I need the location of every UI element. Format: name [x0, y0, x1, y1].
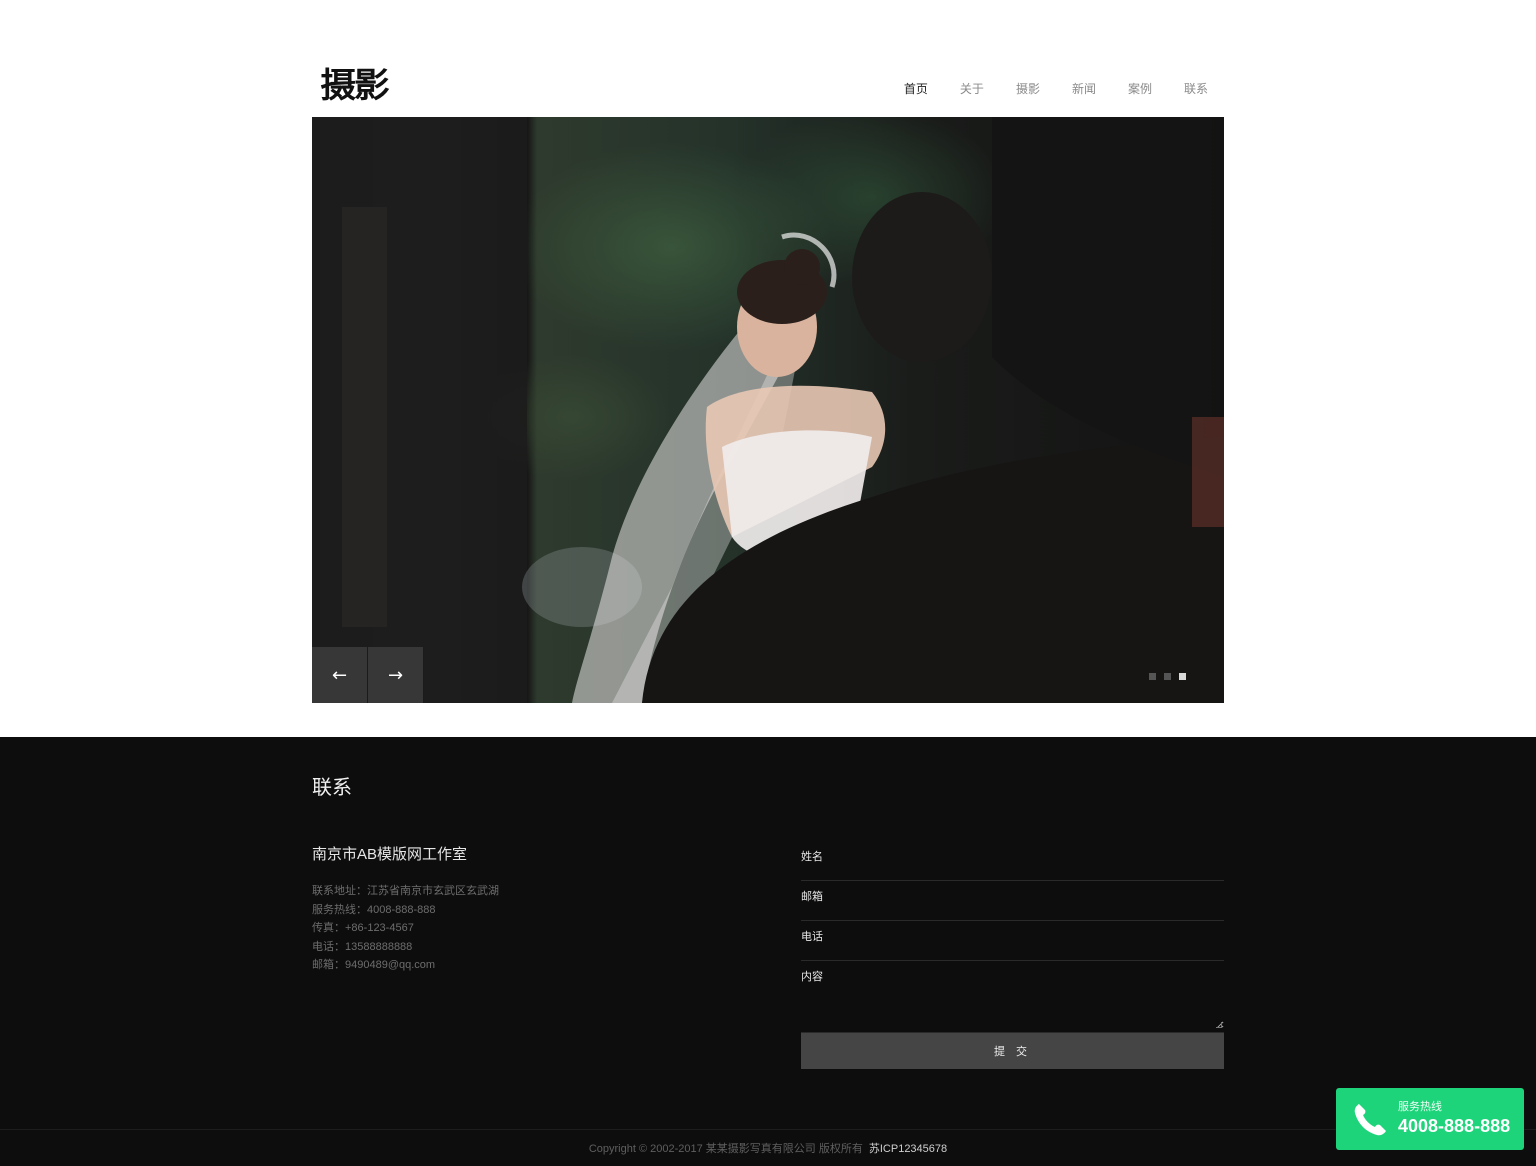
- contact-info: 联系地址：江苏省南京市玄武区玄武湖 服务热线：4008-888-888 传真：+…: [312, 882, 499, 975]
- content-textarea[interactable]: [841, 963, 1224, 1029]
- submit-button[interactable]: 提 交: [801, 1033, 1224, 1069]
- slider-next-button[interactable]: →: [368, 647, 424, 703]
- name-label: 姓名: [801, 851, 823, 863]
- phone-field-row: 电话: [801, 921, 1224, 961]
- hotline-label: 服务热线: [1398, 1101, 1442, 1113]
- nav-item-cases[interactable]: 案例: [1128, 80, 1152, 97]
- contact-form: 姓名 邮箱 电话 内容 提 交: [801, 841, 1224, 1069]
- contact-section: 联系 南京市AB模版网工作室 联系地址：江苏省南京市玄武区玄武湖 服务热线：40…: [0, 737, 1536, 1166]
- email-input[interactable]: [841, 883, 1224, 913]
- content-label: 内容: [801, 971, 823, 983]
- contact-email: 邮箱：9490489@qq.com: [312, 959, 436, 971]
- resize-handle-icon[interactable]: [1216, 1022, 1222, 1028]
- hotline-widget[interactable]: 服务热线 4008-888-888: [1336, 1088, 1524, 1150]
- phone-label: 电话: [801, 931, 823, 943]
- email-label: 邮箱: [801, 891, 823, 903]
- name-field-row: 姓名: [801, 841, 1224, 881]
- phone-icon: [1354, 1104, 1386, 1136]
- icp-license[interactable]: 苏ICP12345678: [869, 1143, 947, 1155]
- content-field-row: 内容: [801, 961, 1224, 1033]
- slider-arrows: ← →: [312, 647, 424, 703]
- hero-slider: ← →: [312, 117, 1224, 703]
- company-name: 南京市AB模版网工作室: [312, 846, 468, 863]
- site-header: 摄影 首页 关于 摄影 新闻 案例 联系: [312, 40, 1224, 117]
- contact-heading: 联系: [312, 777, 352, 799]
- hotline-number[interactable]: 4008-888-888: [1398, 1116, 1510, 1137]
- contact-phone: 电话：13588888888: [312, 940, 413, 953]
- slider-dot-1[interactable]: [1149, 673, 1156, 680]
- slider-prev-button[interactable]: ←: [312, 647, 368, 703]
- contact-fax: 传真：+86-123-4567: [312, 922, 414, 934]
- name-input[interactable]: [841, 843, 1224, 873]
- slider-dot-3[interactable]: [1179, 673, 1186, 680]
- contact-address: 联系地址：江苏省南京市玄武区玄武湖: [312, 885, 499, 897]
- nav-item-photography[interactable]: 摄影: [1016, 80, 1040, 97]
- main-nav: 首页 关于 摄影 新闻 案例 联系: [904, 80, 1208, 97]
- copyright-bar: Copyright © 2002-2017 某某摄影写真有限公司 版权所有 苏IC…: [0, 1129, 1536, 1166]
- nav-item-about[interactable]: 关于: [960, 80, 984, 97]
- contact-hotline: 服务热线：4008-888-888: [312, 903, 436, 916]
- page: 摄影 首页 关于 摄影 新闻 案例 联系 ← → 联系 南京市AB模版网工作室 …: [0, 0, 1536, 1166]
- site-logo[interactable]: 摄影: [320, 58, 389, 107]
- nav-item-news[interactable]: 新闻: [1072, 80, 1096, 97]
- hero-photo-shapes: [312, 117, 1224, 703]
- slider-pagination: [1149, 673, 1186, 680]
- phone-input[interactable]: [841, 923, 1224, 953]
- nav-item-contact[interactable]: 联系: [1184, 80, 1208, 97]
- copyright-text: Copyright © 2002-2017 某某摄影写真有限公司 版权所有: [588, 1143, 863, 1155]
- slider-dot-2[interactable]: [1164, 673, 1171, 680]
- email-field-row: 邮箱: [801, 881, 1224, 921]
- nav-item-home[interactable]: 首页: [904, 80, 928, 97]
